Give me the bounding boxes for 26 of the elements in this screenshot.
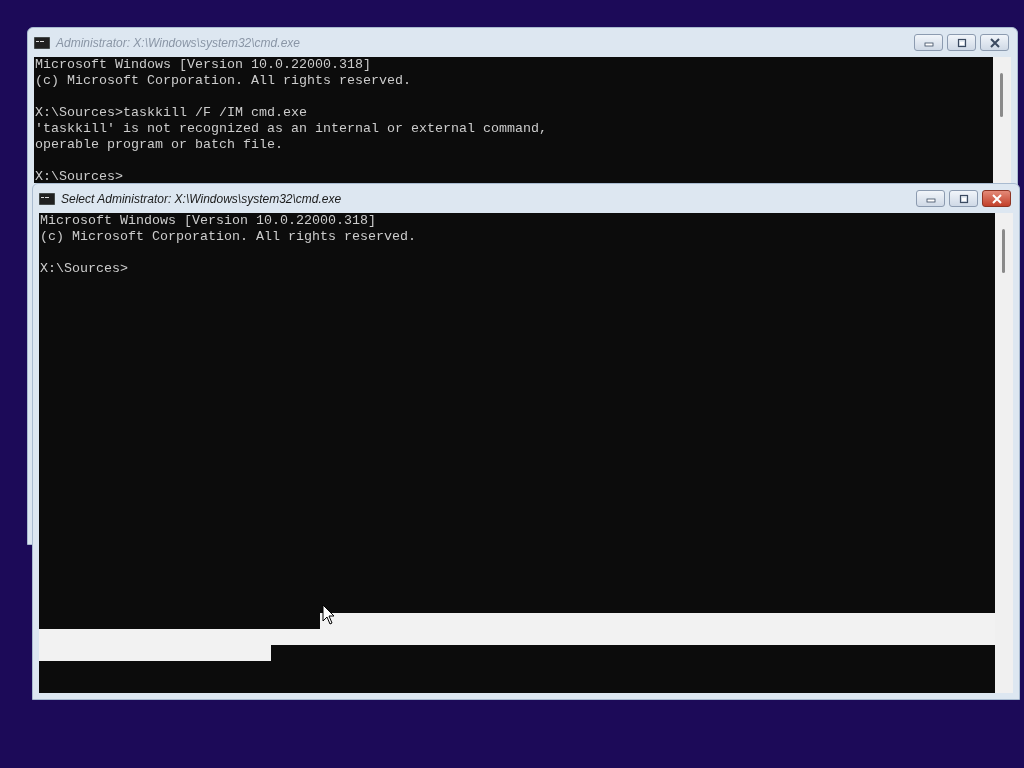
mouse-pointer-icon xyxy=(322,604,336,626)
maximize-icon xyxy=(955,37,968,48)
terminal-icon xyxy=(34,36,50,49)
close-icon xyxy=(988,37,1001,48)
window-title: Select Administrator: X:\Windows\system32\cmd.exe xyxy=(61,191,343,206)
console-output[interactable] xyxy=(34,57,993,183)
console-line: Microsoft Windows [Version 10.0.22000.318] xyxy=(35,57,371,73)
console-line: X:\Sources> xyxy=(35,169,123,183)
window-title: Administrator: X:\Windows\system32\cmd.exe xyxy=(56,35,301,50)
terminal-icon xyxy=(39,192,55,205)
close-icon xyxy=(990,193,1003,204)
maximize-icon xyxy=(957,193,970,204)
close-button[interactable] xyxy=(982,190,1011,207)
scrollbar[interactable] xyxy=(993,57,1011,183)
scrollbar[interactable] xyxy=(995,213,1013,693)
console-line: Microsoft Windows [Version 10.0.22000.318] xyxy=(40,213,376,229)
console-output[interactable]: Microsoft Windows [Version 10.0.22000.318] (c) Microsoft Corporation. All rights reserved. X:\Sources> xyxy=(39,213,995,693)
close-button[interactable] xyxy=(980,34,1009,51)
console-line: (c) Microsoft Corporation. All rights reserved. xyxy=(35,73,411,89)
console-line: operable program or batch file. xyxy=(35,137,283,153)
console-line: 'taskkill' is not recognized as an internal or external command, xyxy=(35,121,547,137)
console-line: X:\Sources> xyxy=(40,261,128,277)
maximize-button[interactable] xyxy=(947,34,976,51)
console-line: X:\Sources>taskkill /F /IM cmd.exe xyxy=(35,105,307,121)
maximize-button[interactable] xyxy=(949,190,978,207)
console-line: (c) Microsoft Corporation. All rights reserved. xyxy=(40,229,416,245)
